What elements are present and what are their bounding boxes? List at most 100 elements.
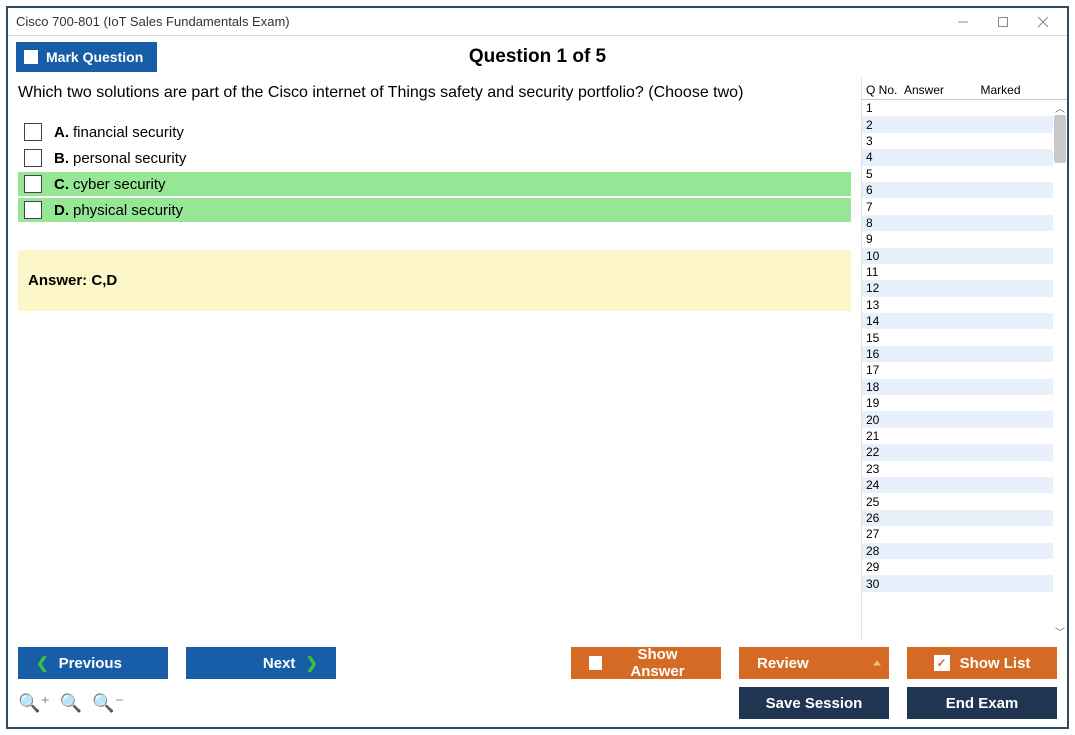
option-row[interactable]: C. cyber security bbox=[18, 172, 851, 196]
zoom-out-icon[interactable]: 🔍⁻ bbox=[92, 693, 124, 714]
list-row[interactable]: 15 bbox=[862, 329, 1053, 345]
list-row[interactable]: 16 bbox=[862, 346, 1053, 362]
titlebar: Cisco 700-801 (IoT Sales Fundamentals Ex… bbox=[8, 8, 1067, 36]
scroll-thumb[interactable] bbox=[1054, 115, 1066, 163]
save-session-label: Save Session bbox=[766, 695, 863, 712]
option-text: physical security bbox=[73, 202, 183, 219]
vertical-scrollbar[interactable]: ︿ ﹀ bbox=[1053, 100, 1067, 639]
option-checkbox[interactable] bbox=[24, 149, 42, 167]
zoom-in-icon[interactable]: 🔍⁺ bbox=[18, 693, 50, 714]
list-row[interactable]: 8 bbox=[862, 215, 1053, 231]
list-row[interactable]: 6 bbox=[862, 182, 1053, 198]
mark-question-button[interactable]: Mark Question bbox=[16, 42, 157, 72]
list-row[interactable]: 26 bbox=[862, 510, 1053, 526]
previous-label: Previous bbox=[59, 655, 122, 672]
list-row[interactable]: 11 bbox=[862, 264, 1053, 280]
option-row[interactable]: A. financial security bbox=[18, 120, 851, 144]
mark-question-label: Mark Question bbox=[46, 49, 143, 65]
answer-value-text: C,D bbox=[91, 272, 117, 289]
checkbox-icon bbox=[589, 656, 602, 670]
option-checkbox[interactable] bbox=[24, 175, 42, 193]
list-row[interactable]: 19 bbox=[862, 395, 1053, 411]
list-row[interactable]: 30 bbox=[862, 575, 1053, 591]
row-qno: 11 bbox=[862, 265, 900, 279]
list-row[interactable]: 5 bbox=[862, 166, 1053, 182]
review-button[interactable]: Review bbox=[739, 647, 889, 679]
list-row[interactable]: 4 bbox=[862, 149, 1053, 165]
close-icon bbox=[1037, 16, 1049, 28]
list-row[interactable]: 21 bbox=[862, 428, 1053, 444]
list-row[interactable]: 17 bbox=[862, 362, 1053, 378]
list-body: 1234567891011121314151617181920212223242… bbox=[862, 100, 1067, 639]
row-qno: 12 bbox=[862, 281, 900, 295]
row-qno: 25 bbox=[862, 495, 900, 509]
list-row[interactable]: 25 bbox=[862, 493, 1053, 509]
window-title: Cisco 700-801 (IoT Sales Fundamentals Ex… bbox=[16, 14, 290, 29]
window-controls bbox=[943, 9, 1063, 35]
row-qno: 28 bbox=[862, 544, 900, 558]
option-checkbox[interactable] bbox=[24, 201, 42, 219]
list-row[interactable]: 12 bbox=[862, 280, 1053, 296]
minimize-icon bbox=[957, 16, 969, 28]
option-row[interactable]: B. personal security bbox=[18, 146, 851, 170]
list-row[interactable]: 27 bbox=[862, 526, 1053, 542]
show-answer-button[interactable]: Show Answer bbox=[571, 647, 721, 679]
option-letter: B. bbox=[54, 150, 69, 167]
list-row[interactable]: 13 bbox=[862, 297, 1053, 313]
row-qno: 17 bbox=[862, 363, 900, 377]
list-row[interactable]: 9 bbox=[862, 231, 1053, 247]
row-qno: 16 bbox=[862, 347, 900, 361]
minimize-button[interactable] bbox=[943, 9, 983, 35]
row-qno: 6 bbox=[862, 183, 900, 197]
option-checkbox[interactable] bbox=[24, 123, 42, 141]
list-row[interactable]: 3 bbox=[862, 133, 1053, 149]
row-qno: 2 bbox=[862, 118, 900, 132]
checked-icon: ✓ bbox=[934, 655, 950, 671]
options-list: A. financial securityB. personal securit… bbox=[18, 120, 851, 222]
footer: ❮ Previous Next ❯ Show Answer Review ✓ S… bbox=[8, 639, 1067, 727]
footer-row-2: 🔍⁺ 🔍 🔍⁻ Save Session End Exam bbox=[18, 687, 1057, 719]
option-row[interactable]: D. physical security bbox=[18, 198, 851, 222]
next-button[interactable]: Next ❯ bbox=[186, 647, 336, 679]
list-row[interactable]: 18 bbox=[862, 379, 1053, 395]
list-row[interactable]: 23 bbox=[862, 461, 1053, 477]
row-qno: 8 bbox=[862, 216, 900, 230]
previous-button[interactable]: ❮ Previous bbox=[18, 647, 168, 679]
option-letter: C. bbox=[54, 176, 69, 193]
list-row[interactable]: 24 bbox=[862, 477, 1053, 493]
scroll-down-icon[interactable]: ﹀ bbox=[1055, 624, 1065, 639]
maximize-icon bbox=[997, 16, 1009, 28]
row-qno: 23 bbox=[862, 462, 900, 476]
row-qno: 4 bbox=[862, 150, 900, 164]
app-window: Cisco 700-801 (IoT Sales Fundamentals Ex… bbox=[6, 6, 1069, 729]
scroll-track[interactable] bbox=[1053, 115, 1067, 624]
row-qno: 19 bbox=[862, 396, 900, 410]
review-dropdown[interactable]: Review bbox=[739, 647, 889, 679]
col-q-header: Q No. bbox=[862, 83, 900, 97]
checkbox-icon bbox=[24, 50, 38, 64]
question-text: Which two solutions are part of the Cisc… bbox=[18, 84, 851, 102]
list-row[interactable]: 10 bbox=[862, 248, 1053, 264]
list-row[interactable]: 7 bbox=[862, 198, 1053, 214]
list-row[interactable]: 29 bbox=[862, 559, 1053, 575]
header-bar: Mark Question Question 1 of 5 bbox=[8, 36, 1067, 78]
list-row[interactable]: 22 bbox=[862, 444, 1053, 460]
save-session-button[interactable]: Save Session bbox=[739, 687, 889, 719]
list-row[interactable]: 28 bbox=[862, 543, 1053, 559]
maximize-button[interactable] bbox=[983, 9, 1023, 35]
footer-row-1: ❮ Previous Next ❯ Show Answer Review ✓ S… bbox=[18, 647, 1057, 679]
list-rows: 1234567891011121314151617181920212223242… bbox=[862, 100, 1053, 592]
list-row[interactable]: 2 bbox=[862, 116, 1053, 132]
row-qno: 7 bbox=[862, 200, 900, 214]
zoom-reset-icon[interactable]: 🔍 bbox=[60, 693, 82, 714]
show-list-button[interactable]: ✓ Show List bbox=[907, 647, 1057, 679]
close-button[interactable] bbox=[1023, 9, 1063, 35]
list-row[interactable]: 1 bbox=[862, 100, 1053, 116]
question-list-pane: Q No. Answer Marked 12345678910111213141… bbox=[861, 78, 1067, 639]
end-exam-button[interactable]: End Exam bbox=[907, 687, 1057, 719]
list-row[interactable]: 14 bbox=[862, 313, 1053, 329]
chevron-up-icon bbox=[873, 661, 881, 666]
list-row[interactable]: 20 bbox=[862, 411, 1053, 427]
option-letter: A. bbox=[54, 124, 69, 141]
scroll-up-icon[interactable]: ︿ bbox=[1055, 100, 1065, 115]
